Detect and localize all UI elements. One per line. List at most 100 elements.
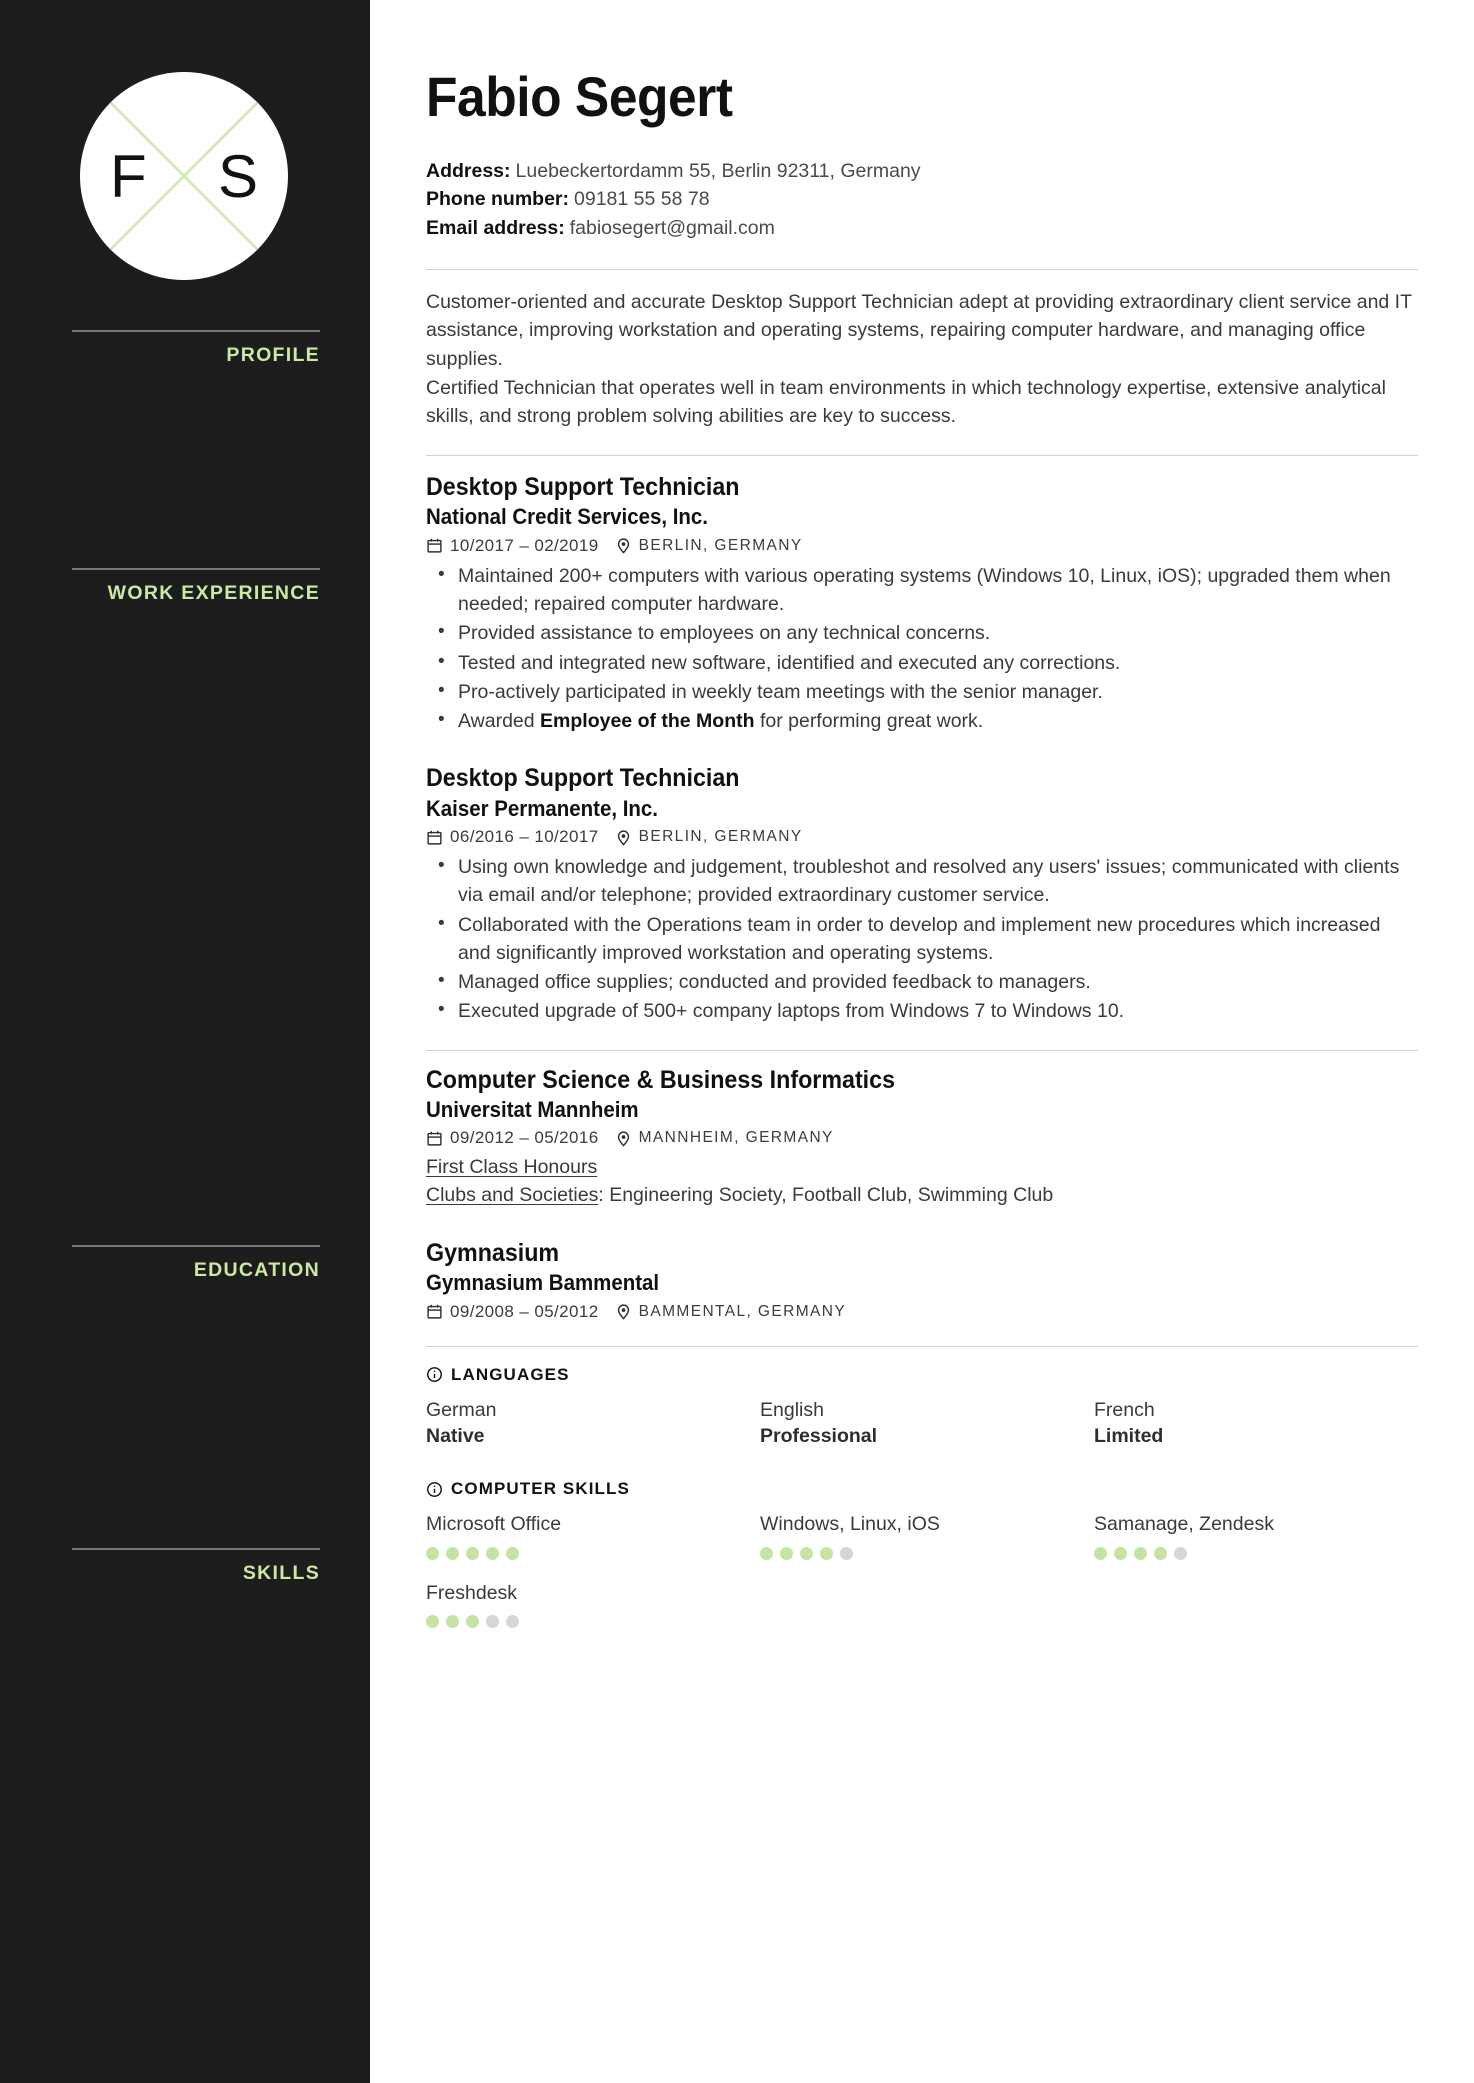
rating-dot — [1134, 1546, 1147, 1560]
sidebar: F S PROFILE WORK EXPERIENCE EDUCATION SK… — [0, 0, 370, 2083]
skill-rating — [426, 1614, 750, 1628]
logo-initial-first: F — [110, 142, 147, 210]
education-location: BAMMENTAL, GERMANY — [638, 1302, 847, 1320]
divider — [72, 568, 320, 570]
work-experience-list: Desktop Support Technician National Cred… — [426, 472, 1418, 1026]
resume-main-content: Fabio Segert Address: Luebeckertordamm 55… — [370, 0, 1474, 2083]
divider — [72, 1548, 320, 1550]
page-title: Fabio Segert — [426, 65, 733, 128]
contact-phone-label: Phone number: — [426, 188, 570, 211]
calendar-icon — [427, 1304, 442, 1319]
degree-title: Gymnasium — [426, 1238, 560, 1267]
language-level: Limited — [1094, 1424, 1164, 1447]
education-dates: 09/2012 – 05/2016 — [450, 1128, 599, 1148]
computer-skill-item: Windows, Linux, iOS — [760, 1511, 1084, 1560]
profile-paragraph-1: Customer-oriented and accurate Desktop S… — [426, 290, 1412, 371]
list-item: Pro-actively participated in weekly team… — [432, 677, 1418, 706]
language-item: German Native — [426, 1397, 750, 1450]
computer-skill-item: Samanage, Zendesk — [1094, 1511, 1418, 1560]
sidebar-section-skills: SKILLS — [72, 1548, 320, 1584]
skill-name: Samanage, Zendesk — [1094, 1513, 1274, 1536]
education-meta: 09/2008 – 05/2012 BAMMENTAL, GERMANY — [426, 1302, 1418, 1322]
school-name: Universitat Mannheim — [426, 1096, 639, 1122]
skill-name: Windows, Linux, iOS — [760, 1513, 940, 1536]
rating-dot — [820, 1546, 833, 1560]
profile-paragraph-2: Certified Technician that operates well … — [426, 376, 1386, 428]
skill-rating — [1094, 1546, 1418, 1560]
work-entry: Desktop Support Technician National Cred… — [426, 472, 1418, 735]
job-title: Desktop Support Technician — [426, 473, 740, 502]
rating-dot — [780, 1546, 793, 1560]
job-title: Desktop Support Technician — [426, 764, 740, 793]
languages-grid: German Native English Professional Frenc… — [426, 1397, 1418, 1450]
divider — [426, 268, 1418, 270]
sidebar-label-education: EDUCATION — [193, 1259, 320, 1281]
computer-skills-grid-row2: Freshdesk — [426, 1580, 1418, 1628]
contact-block: Address: Luebeckertordamm 55, Berlin 9231… — [426, 157, 1418, 243]
education-dates: 09/2008 – 05/2012 — [450, 1301, 599, 1321]
location-pin-icon — [617, 830, 629, 846]
sidebar-label-profile: PROFILE — [226, 344, 320, 366]
list-item: Using own knowledge and judgement, troub… — [432, 852, 1418, 910]
education-honours: First Class Honours — [426, 1156, 598, 1179]
list-item: Tested and integrated new software, iden… — [432, 648, 1418, 677]
computer-skill-item: Microsoft Office — [426, 1511, 750, 1560]
language-name: French — [1094, 1398, 1155, 1421]
info-icon — [427, 1481, 442, 1497]
list-item: Collaborated with the Operations team in… — [432, 910, 1418, 968]
monogram-logo: F S — [80, 72, 288, 280]
divider — [426, 1049, 1418, 1051]
calendar-icon — [427, 1131, 442, 1146]
divider — [426, 455, 1418, 457]
employer-name: Kaiser Permanente, Inc. — [426, 795, 658, 821]
rating-dot — [446, 1614, 459, 1628]
job-location: BERLIN, GERMANY — [638, 536, 803, 554]
rating-dot — [1114, 1546, 1127, 1560]
divider — [426, 1345, 1418, 1347]
rating-dot — [800, 1546, 813, 1560]
job-location: BERLIN, GERMANY — [638, 828, 803, 846]
education-location: MANNHEIM, GERMANY — [638, 1129, 834, 1147]
education-meta: 09/2012 – 05/2016 MANNHEIM, GERMANY — [426, 1128, 1418, 1148]
job-responsibility-list: Maintained 200+ computers with various o… — [432, 561, 1418, 736]
school-name: Gymnasium Bammental — [426, 1270, 660, 1296]
languages-heading: LANGUAGES — [426, 1365, 1418, 1385]
rating-dot — [466, 1546, 479, 1560]
language-item: English Professional — [760, 1397, 1084, 1450]
education-entry: Gymnasium Gymnasium Bammental 09/2008 – … — [426, 1238, 1418, 1322]
job-meta: 10/2017 – 02/2019 BERLIN, GERMANY — [426, 536, 1418, 556]
language-item: French Limited — [1094, 1397, 1418, 1450]
sidebar-label-skills: SKILLS — [242, 1562, 320, 1584]
location-pin-icon — [617, 1131, 629, 1147]
list-item: Provided assistance to employees on any … — [432, 618, 1418, 647]
contact-phone: Phone number: 09181 55 58 78 — [426, 185, 1418, 214]
contact-address-label: Address: — [426, 159, 511, 182]
skill-rating — [426, 1546, 750, 1560]
contact-email-label: Email address: — [426, 217, 565, 240]
rating-dot — [426, 1546, 439, 1560]
skill-name: Freshdesk — [426, 1581, 518, 1604]
calendar-icon — [427, 830, 442, 845]
computer-skill-item: Freshdesk — [426, 1580, 750, 1628]
rating-dot — [486, 1614, 499, 1628]
rating-dot — [1174, 1546, 1187, 1560]
profile-summary: Customer-oriented and accurate Desktop S… — [426, 288, 1418, 431]
work-entry: Desktop Support Technician Kaiser Perman… — [426, 763, 1418, 1025]
resume-page: F S PROFILE WORK EXPERIENCE EDUCATION SK… — [0, 0, 1474, 2083]
contact-phone-value: 09181 55 58 78 — [574, 188, 710, 211]
rating-dot — [466, 1614, 479, 1628]
employer-name: National Credit Services, Inc. — [426, 504, 709, 530]
skill-rating — [760, 1546, 1084, 1560]
list-item: Executed upgrade of 500+ company laptops… — [432, 996, 1418, 1025]
sidebar-section-education: EDUCATION — [72, 1245, 320, 1281]
info-icon — [427, 1367, 442, 1383]
logo-initial-last: S — [217, 142, 258, 210]
location-pin-icon — [617, 538, 629, 554]
rating-dot — [760, 1546, 773, 1560]
language-level: Native — [426, 1424, 485, 1447]
rating-dot — [1094, 1546, 1107, 1560]
contact-address-value: Luebeckertordamm 55, Berlin 92311, Germa… — [515, 159, 921, 182]
computer-skills-grid: Microsoft Office Windows, Linux, iOS Sam… — [426, 1511, 1418, 1560]
skill-name: Microsoft Office — [426, 1513, 562, 1536]
rating-dot — [446, 1546, 459, 1560]
